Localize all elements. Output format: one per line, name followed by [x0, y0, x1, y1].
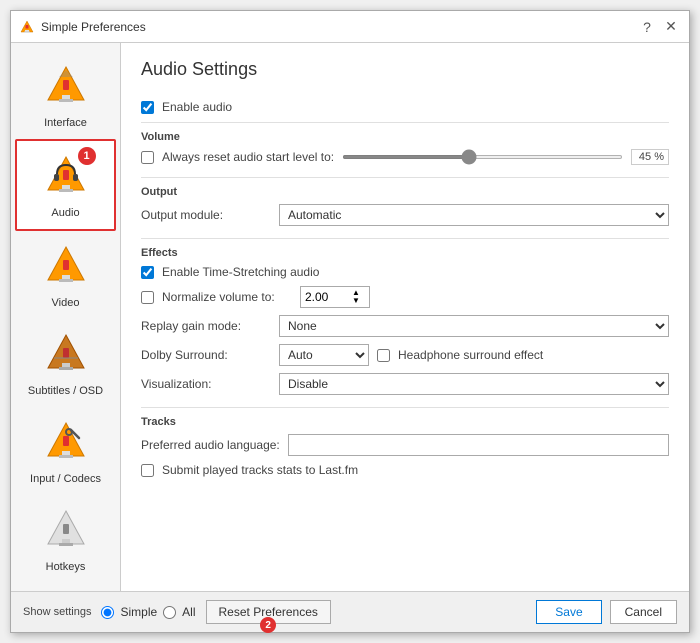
sidebar: Interface 1 Audi — [11, 43, 121, 591]
output-section: Output Output module: Automatic DirectX … — [141, 186, 669, 226]
volume-slider-container: 45 % — [342, 149, 669, 165]
sidebar-item-subtitles[interactable]: Subtitles / OSD — [11, 319, 120, 407]
replay-gain-label: Replay gain mode: — [141, 319, 271, 333]
submit-tracks-label: Submit played tracks stats to Last.fm — [162, 463, 358, 477]
replay-gain-select[interactable]: None Track Album — [279, 315, 669, 337]
sidebar-item-video[interactable]: Video — [11, 231, 120, 319]
sidebar-input-label: Input / Codecs — [30, 473, 101, 485]
divider-4 — [141, 407, 669, 408]
radio-group: Simple All — [101, 605, 195, 619]
divider-1 — [141, 122, 669, 123]
visualization-label: Visualization: — [141, 377, 271, 391]
dolby-row: Dolby Surround: Auto On Off Headphone su… — [141, 344, 669, 366]
normalize-spinbox: ▲ ▼ — [300, 286, 370, 308]
dolby-select[interactable]: Auto On Off — [279, 344, 369, 366]
headphone-checkbox[interactable] — [377, 349, 390, 362]
spinbox-down-arrow[interactable]: ▼ — [352, 297, 360, 305]
hotkeys-icon — [40, 505, 92, 557]
main-window: Simple Preferences ? ✕ I — [10, 10, 690, 633]
simple-radio[interactable] — [101, 606, 114, 619]
vlc-title-icon — [19, 19, 35, 35]
time-stretching-checkbox[interactable] — [141, 266, 154, 279]
sidebar-subtitles-label: Subtitles / OSD — [28, 385, 103, 397]
cancel-button[interactable]: Cancel — [610, 600, 677, 624]
all-radio[interactable] — [163, 606, 176, 619]
dolby-label: Dolby Surround: — [141, 348, 271, 362]
volume-slider[interactable] — [342, 155, 623, 159]
title-bar-controls: ? ✕ — [637, 17, 681, 37]
help-button[interactable]: ? — [637, 17, 657, 37]
effects-section: Effects Enable Time-Stretching audio Nor… — [141, 247, 669, 395]
sidebar-item-interface[interactable]: Interface — [11, 51, 120, 139]
sidebar-hotkeys-label: Hotkeys — [46, 561, 86, 573]
sidebar-interface-label: Interface — [44, 117, 87, 129]
volume-value: 45 % — [631, 149, 669, 165]
show-settings-label: Show settings — [23, 606, 91, 618]
always-reset-label: Always reset audio start level to: — [162, 150, 334, 164]
always-reset-checkbox[interactable] — [141, 151, 154, 164]
always-reset-row: Always reset audio start level to: 45 % — [141, 149, 669, 165]
panel-title: Audio Settings — [141, 59, 669, 86]
sidebar-audio-label: Audio — [51, 207, 79, 219]
all-radio-label: All — [182, 605, 195, 619]
footer-left: Show settings Simple All Reset Preferenc… — [23, 600, 331, 624]
normalize-checkbox[interactable] — [141, 291, 154, 304]
divider-3 — [141, 238, 669, 239]
simple-radio-label: Simple — [120, 605, 157, 619]
enable-audio-label: Enable audio — [162, 100, 292, 114]
sidebar-video-label: Video — [52, 297, 80, 309]
normalize-label: Normalize volume to: — [162, 290, 292, 304]
input-icon — [40, 417, 92, 469]
sidebar-item-audio[interactable]: 1 Audio — [15, 139, 116, 231]
volume-header: Volume — [141, 131, 669, 143]
interface-icon — [40, 61, 92, 113]
headphone-label: Headphone surround effect — [398, 348, 543, 362]
effects-header: Effects — [141, 247, 669, 259]
footer-right: Save Cancel — [536, 600, 677, 624]
volume-section: Volume Always reset audio start level to… — [141, 131, 669, 165]
title-bar-left: Simple Preferences — [19, 19, 146, 35]
reset-btn-container: Reset Preferences 2 — [206, 600, 331, 624]
save-button[interactable]: Save — [536, 600, 601, 624]
content-area: Interface 1 Audi — [11, 43, 689, 591]
preferred-lang-label: Preferred audio language: — [141, 438, 280, 452]
enable-audio-checkbox[interactable] — [141, 101, 154, 114]
tracks-header: Tracks — [141, 416, 669, 428]
time-stretching-row: Enable Time-Stretching audio — [141, 265, 669, 279]
output-module-row: Output module: Automatic DirectX audio o… — [141, 204, 669, 226]
replay-gain-row: Replay gain mode: None Track Album — [141, 315, 669, 337]
spinbox-arrows: ▲ ▼ — [352, 289, 360, 305]
preferred-lang-input[interactable] — [288, 434, 669, 456]
reset-btn-label: Reset Preferences — [219, 605, 318, 619]
visualization-select[interactable]: Disable Spectrometer Scope VU Meter Goom… — [279, 373, 669, 395]
subtitles-icon — [40, 329, 92, 381]
visualization-row: Visualization: Disable Spectrometer Scop… — [141, 373, 669, 395]
window-title: Simple Preferences — [41, 20, 146, 34]
footer: Show settings Simple All Reset Preferenc… — [11, 591, 689, 632]
title-bar: Simple Preferences ? ✕ — [11, 11, 689, 43]
sidebar-item-input[interactable]: Input / Codecs — [11, 407, 120, 495]
preferred-lang-row: Preferred audio language: — [141, 434, 669, 456]
video-icon — [40, 241, 92, 293]
sidebar-item-hotkeys[interactable]: Hotkeys — [11, 495, 120, 583]
enable-audio-row: Enable audio — [141, 100, 669, 114]
reset-preferences-button[interactable]: Reset Preferences — [206, 600, 331, 624]
main-panel: Audio Settings Enable audio Volume Alway… — [121, 43, 689, 591]
tracks-section: Tracks Preferred audio language: Submit … — [141, 416, 669, 477]
close-button[interactable]: ✕ — [661, 17, 681, 37]
normalize-value-input[interactable] — [305, 290, 350, 304]
output-module-select[interactable]: Automatic DirectX audio output WaveOut a… — [279, 204, 669, 226]
time-stretching-label: Enable Time-Stretching audio — [162, 265, 319, 279]
audio-badge: 1 — [78, 147, 96, 165]
divider-2 — [141, 177, 669, 178]
output-module-label: Output module: — [141, 208, 271, 222]
audio-icon: 1 — [40, 151, 92, 203]
output-header: Output — [141, 186, 669, 198]
submit-tracks-row: Submit played tracks stats to Last.fm — [141, 463, 669, 477]
submit-tracks-checkbox[interactable] — [141, 464, 154, 477]
normalize-row: Normalize volume to: ▲ ▼ — [141, 286, 669, 308]
